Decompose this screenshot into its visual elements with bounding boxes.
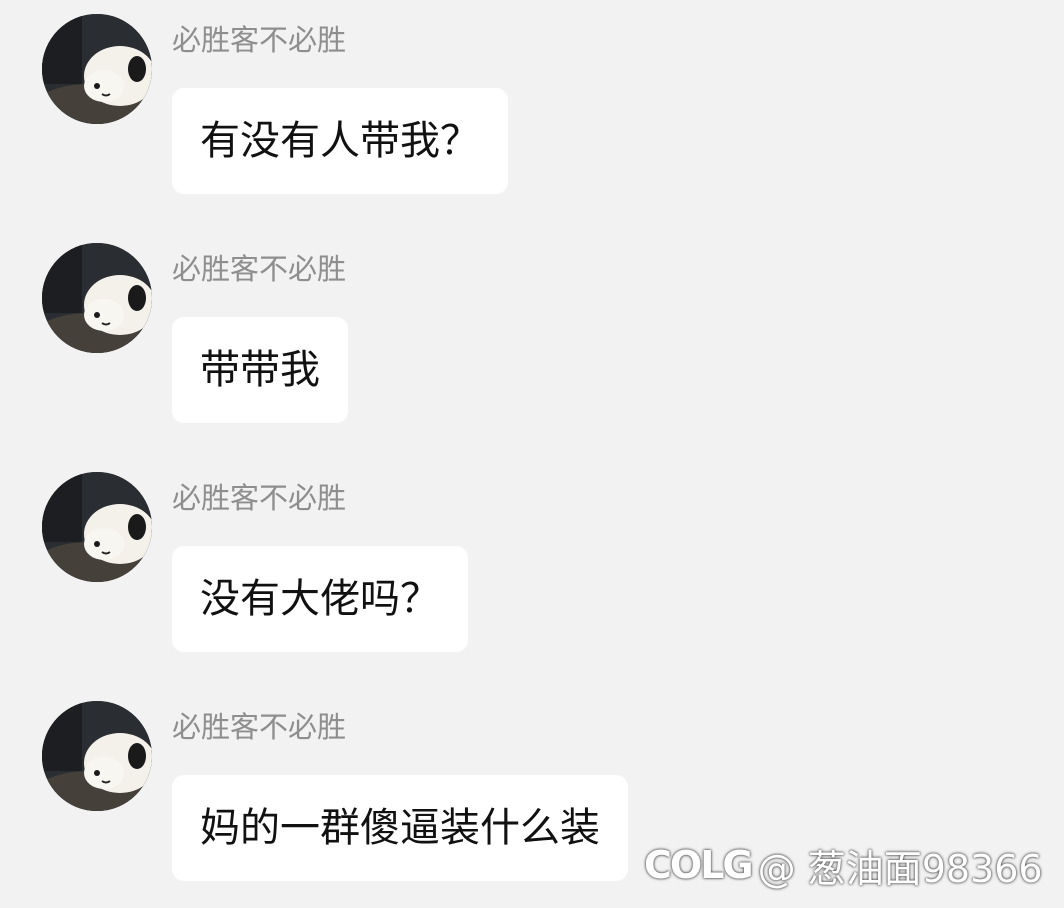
dog-avatar-icon[interactable] xyxy=(42,701,152,811)
dog-avatar-icon[interactable] xyxy=(42,472,152,582)
sender-name: 必胜客不必胜 xyxy=(172,23,347,57)
message-bubble[interactable]: 没有大佬吗？ xyxy=(172,546,468,652)
chat-message: 必胜客不必胜 带带我 xyxy=(0,229,1064,429)
chat-message: 必胜客不必胜 没有大佬吗？ xyxy=(0,458,1064,658)
message-bubble[interactable]: 有没有人带我？ xyxy=(172,88,508,194)
watermark: COLG @ 葱油面98366 xyxy=(644,838,1043,892)
message-bubble[interactable]: 妈的一群傻逼装什么装 xyxy=(172,775,628,881)
chat-message: 必胜客不必胜 有没有人带我？ xyxy=(0,0,1064,200)
dog-avatar-icon[interactable] xyxy=(42,243,152,353)
sender-name: 必胜客不必胜 xyxy=(172,252,347,286)
dog-avatar-icon[interactable] xyxy=(42,14,152,124)
watermark-logo: COLG xyxy=(644,843,754,887)
sender-name: 必胜客不必胜 xyxy=(172,710,347,744)
sender-name: 必胜客不必胜 xyxy=(172,481,347,515)
watermark-text: @ 葱油面98366 xyxy=(757,846,1043,891)
message-bubble[interactable]: 带带我 xyxy=(172,317,348,423)
